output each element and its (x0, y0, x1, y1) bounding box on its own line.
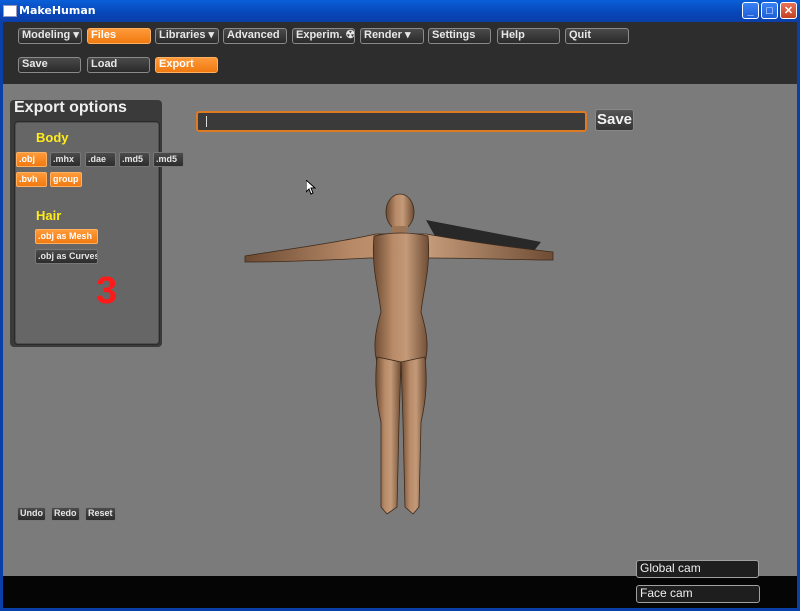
option-dae[interactable]: .dae (85, 152, 116, 167)
model-head (385, 193, 415, 231)
tab-quit[interactable]: Quit (565, 28, 629, 44)
tab-advanced[interactable]: Advanced (223, 28, 287, 44)
option-md5[interactable]: .md5 (119, 152, 150, 167)
minimize-icon[interactable]: _ (742, 2, 759, 19)
body-section-label: Body (36, 130, 69, 145)
option-obj-as-mesh[interactable]: .obj as Mesh (35, 229, 98, 244)
export-options-panel: Export options Body .obj .mhx .dae .md5 … (10, 99, 184, 347)
redo-button[interactable]: Redo (51, 507, 80, 521)
human-model[interactable] (241, 172, 556, 517)
subtab-load[interactable]: Load (87, 57, 150, 73)
subtab-export[interactable]: Export (155, 57, 218, 73)
filename-input[interactable] (196, 111, 587, 132)
tab-modeling[interactable]: Modeling ▾ (18, 28, 82, 44)
title-bar: MakeHuman _ □ ✕ (0, 0, 800, 22)
option-md5-alt[interactable]: .md5 (153, 152, 184, 167)
tab-help[interactable]: Help (497, 28, 560, 44)
window-title: MakeHuman (19, 4, 96, 17)
maximize-icon[interactable]: □ (761, 2, 778, 19)
panel-body: Body .obj .mhx .dae .md5 .md5 .bvh group… (14, 121, 184, 345)
mouse-cursor-icon (306, 180, 316, 195)
face-cam-button[interactable]: Face cam (636, 585, 760, 603)
subtab-save[interactable]: Save (18, 57, 81, 73)
model-torso (372, 232, 430, 363)
tab-settings[interactable]: Settings (428, 28, 491, 44)
top-menu: Modeling ▾ Files Libraries ▾ Advanced Ex… (3, 22, 797, 84)
option-group[interactable]: group (50, 172, 82, 187)
model-right-leg (400, 356, 427, 515)
tab-render[interactable]: Render ▾ (360, 28, 424, 44)
tab-experimental[interactable]: Experim. ☢ (292, 28, 355, 44)
model-left-leg (375, 356, 402, 515)
annotation-number: 3 (96, 270, 118, 312)
hair-section-label: Hair (36, 208, 62, 223)
undo-button[interactable]: Undo (17, 507, 46, 521)
option-bvh[interactable]: .bvh (16, 172, 47, 187)
option-obj[interactable]: .obj (16, 152, 47, 167)
option-mhx[interactable]: .mhx (50, 152, 81, 167)
panel-title: Export options (14, 99, 127, 116)
text-caret (206, 116, 207, 127)
app-icon (3, 5, 17, 17)
app-window: MakeHuman _ □ ✕ Modeling ▾ Files Librari… (0, 0, 800, 611)
option-obj-as-curves[interactable]: .obj as Curves (35, 249, 98, 264)
client-area: Modeling ▾ Files Libraries ▾ Advanced Ex… (3, 22, 797, 608)
viewport-edge (783, 84, 797, 576)
global-cam-button[interactable]: Global cam (636, 560, 759, 578)
tab-libraries[interactable]: Libraries ▾ (155, 28, 219, 44)
reset-button[interactable]: Reset (85, 507, 116, 521)
save-button[interactable]: Save (595, 109, 634, 131)
tab-files[interactable]: Files (87, 28, 151, 44)
close-icon[interactable]: ✕ (780, 2, 797, 19)
